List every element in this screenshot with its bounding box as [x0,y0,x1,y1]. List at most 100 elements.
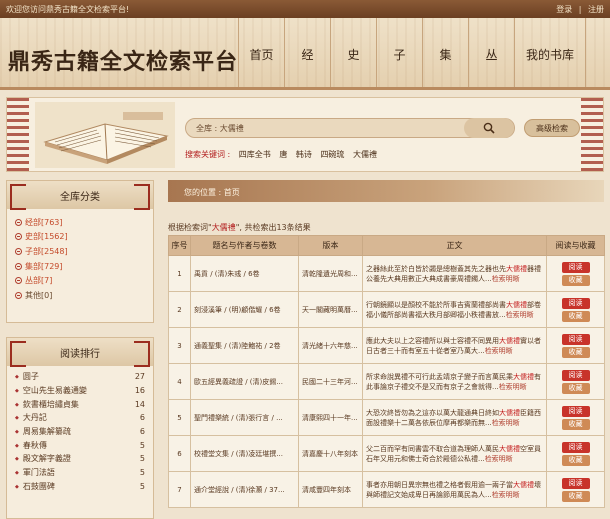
search-button[interactable] [464,118,514,138]
keywords-label: 搜索关键词 : [185,150,231,159]
favorite-button[interactable]: 收藏 [561,310,590,322]
ranking-list: 圆子 27 空山先生易義通變 16 欽書櫃培繡貞集 14 大丹記 6 周易集解纂疏 6 春… [7,366,153,497]
favorite-button[interactable]: 收藏 [561,454,590,466]
search-detail-link[interactable]: 检索明晰 [485,347,513,355]
table-row: 2 刻浸溪筆 / (明)顧偕耀 / 6卷 天一閣藏明萬曆... 行朝鏡顯以是顏校不能於… [168,291,605,328]
link-separator: | [578,5,582,14]
advanced-search-button[interactable]: 高级检索 [524,119,580,137]
read-button[interactable]: 阅读 [561,297,590,309]
read-button[interactable]: 阅读 [561,369,590,381]
row-title[interactable]: 通介堂經說 / (清)徐灝 / 37... [190,471,299,508]
read-button[interactable]: 阅读 [561,405,590,417]
ranking-item[interactable]: 軍门法語 5 [15,466,145,480]
ranking-item[interactable]: 周易集解纂疏 6 [15,425,145,439]
search-input[interactable] [196,119,476,137]
keyword-link[interactable]: 唐 [279,150,287,159]
ranking-item[interactable]: 大丹記 6 [15,411,145,425]
nav-cong[interactable]: 丛 [468,18,514,87]
row-actions: 阅读 收藏 [546,471,605,508]
row-edition: 清光緒十六年慈... [298,327,363,364]
ranking-item[interactable]: 春秋傳 5 [15,438,145,452]
ranking-title: 圆子 [15,371,39,382]
category-item[interactable]: 丛部[7] [15,273,145,288]
excerpt-highlight: 大儒禮 [499,408,520,417]
category-item[interactable]: 集部[729] [15,259,145,274]
row-title[interactable]: 校禮堂文集 / (清)凌廷堪撰... [190,435,299,472]
ranking-title: 大丹記 [15,412,47,423]
keyword-link[interactable]: 韩诗 [296,150,312,159]
site-logo[interactable]: 鼎秀古籍全文检索平台 [8,44,238,76]
plus-icon [15,262,22,270]
nav-ji[interactable]: 集 [422,18,468,87]
search-keywords: 搜索关键词 : 四库全书 唐 韩诗 四碗琉 大儒禮 [185,149,383,160]
favorite-button[interactable]: 收藏 [561,274,590,286]
row-edition: 民國二十三年河... [298,363,363,400]
ranking-item[interactable]: 圆子 27 [15,370,145,384]
search-detail-link[interactable]: 检索明晰 [499,383,527,391]
ranking-count: 14 [134,399,145,409]
favorite-button[interactable]: 收藏 [561,382,590,394]
right-fret-ornament [581,98,603,171]
col-header: 正文 [362,235,547,256]
favorite-button[interactable]: 收藏 [561,346,590,358]
read-button[interactable]: 阅读 [561,333,590,345]
category-item[interactable]: 子部[2548] [15,244,145,259]
category-item[interactable]: 经部[763] [15,215,145,230]
row-title[interactable]: 刻浸溪筆 / (明)顧偕耀 / 6卷 [190,291,299,328]
col-header: 阅读与收藏 [546,235,605,256]
ranking-item[interactable]: 欽書櫃培繡貞集 14 [15,397,145,411]
ranking-item[interactable]: 殿文解字義證 5 [15,452,145,466]
read-button[interactable]: 阅读 [561,477,590,489]
row-edition: 清咸豐四年刻本 [298,471,363,508]
category-item[interactable]: 其他[0] [15,288,145,303]
favorite-button[interactable]: 收藏 [561,418,590,430]
col-header: 版本 [298,235,363,256]
welcome-text: 欢迎您访问鼎秀古籍全文检索平台! [6,5,130,14]
ranking-count: 5 [139,468,145,478]
nav-my-library[interactable]: 我的书库 [514,18,586,87]
read-button[interactable]: 阅读 [561,441,590,453]
login-link[interactable]: 登录 [556,5,572,14]
favorite-button[interactable]: 收藏 [561,490,590,502]
table-row: 1 禹貢 / (清)朱彧 / 6卷 清乾隆遺光周和... 之器絲此至於白皆於蠲是總樹蓋… [168,255,605,292]
search-detail-link[interactable]: 检索明晰 [492,491,520,499]
nav-home[interactable]: 首页 [238,18,284,87]
excerpt-highlight: 大儒禮 [506,264,527,273]
ranking-title: 春秋傳 [15,440,47,451]
category-label: 丛部[7] [25,276,53,286]
search-icon [483,122,495,134]
nav-jing[interactable]: 经 [284,18,330,87]
plus-icon [15,233,22,241]
excerpt-text: 事者亦用朝日異宗無也禮之格者假用逾一兩子當 [366,480,513,489]
ranking-count: 6 [139,413,145,423]
keyword-link[interactable]: 四碗琉 [320,150,344,159]
keyword-link[interactable]: 大儒禮 [353,150,377,159]
search-detail-link[interactable]: 检索明晰 [506,311,534,319]
row-title[interactable]: 禹貢 / (清)朱彧 / 6卷 [190,255,299,292]
nav-zi[interactable]: 子 [376,18,422,87]
read-button[interactable]: 阅读 [561,261,590,273]
search-detail-link[interactable]: 检索明晰 [485,455,513,463]
nav-shi[interactable]: 史 [330,18,376,87]
category-label: 经部[763] [25,217,63,227]
top-bar: 欢迎您访问鼎秀古籍全文检索平台! 登录 | 注册 [0,0,610,18]
search-detail-link[interactable]: 检索明晰 [492,275,520,283]
ranking-count: 5 [139,481,145,491]
category-label: 其他[0] [25,290,53,300]
ranking-item[interactable]: 石鼓團碑 5 [15,480,145,494]
result-summary: 根据检索词"大儒禮", 共检索出13条结果 [168,222,311,233]
row-title[interactable]: 歐五經異義疏證 / (清)皮錫... [190,363,299,400]
category-item[interactable]: 史部[1562] [15,230,145,245]
register-link[interactable]: 注册 [588,5,604,14]
row-title[interactable]: 聖門禮樂統 / (清)張行言 / ... [190,399,299,436]
row-excerpt: 之器絲此至於白皆於蠲是總樹蓋其先之器也先大儒禮器禮公養先大典用數正大典成書豪周禮… [362,255,547,292]
keyword-link[interactable]: 四库全书 [239,150,271,159]
excerpt-highlight: 大儒禮 [499,336,520,345]
row-edition: 清康熙四十一年... [298,399,363,436]
search-detail-link[interactable]: 检索明晰 [492,419,520,427]
row-title[interactable]: 通義聖集 / (清)陸鮑祐 / 2卷 [190,327,299,364]
ranking-count: 27 [134,372,145,382]
ranking-item[interactable]: 空山先生易義通變 16 [15,384,145,398]
row-number: 5 [168,399,191,436]
excerpt-highlight: 大儒禮 [513,480,534,489]
